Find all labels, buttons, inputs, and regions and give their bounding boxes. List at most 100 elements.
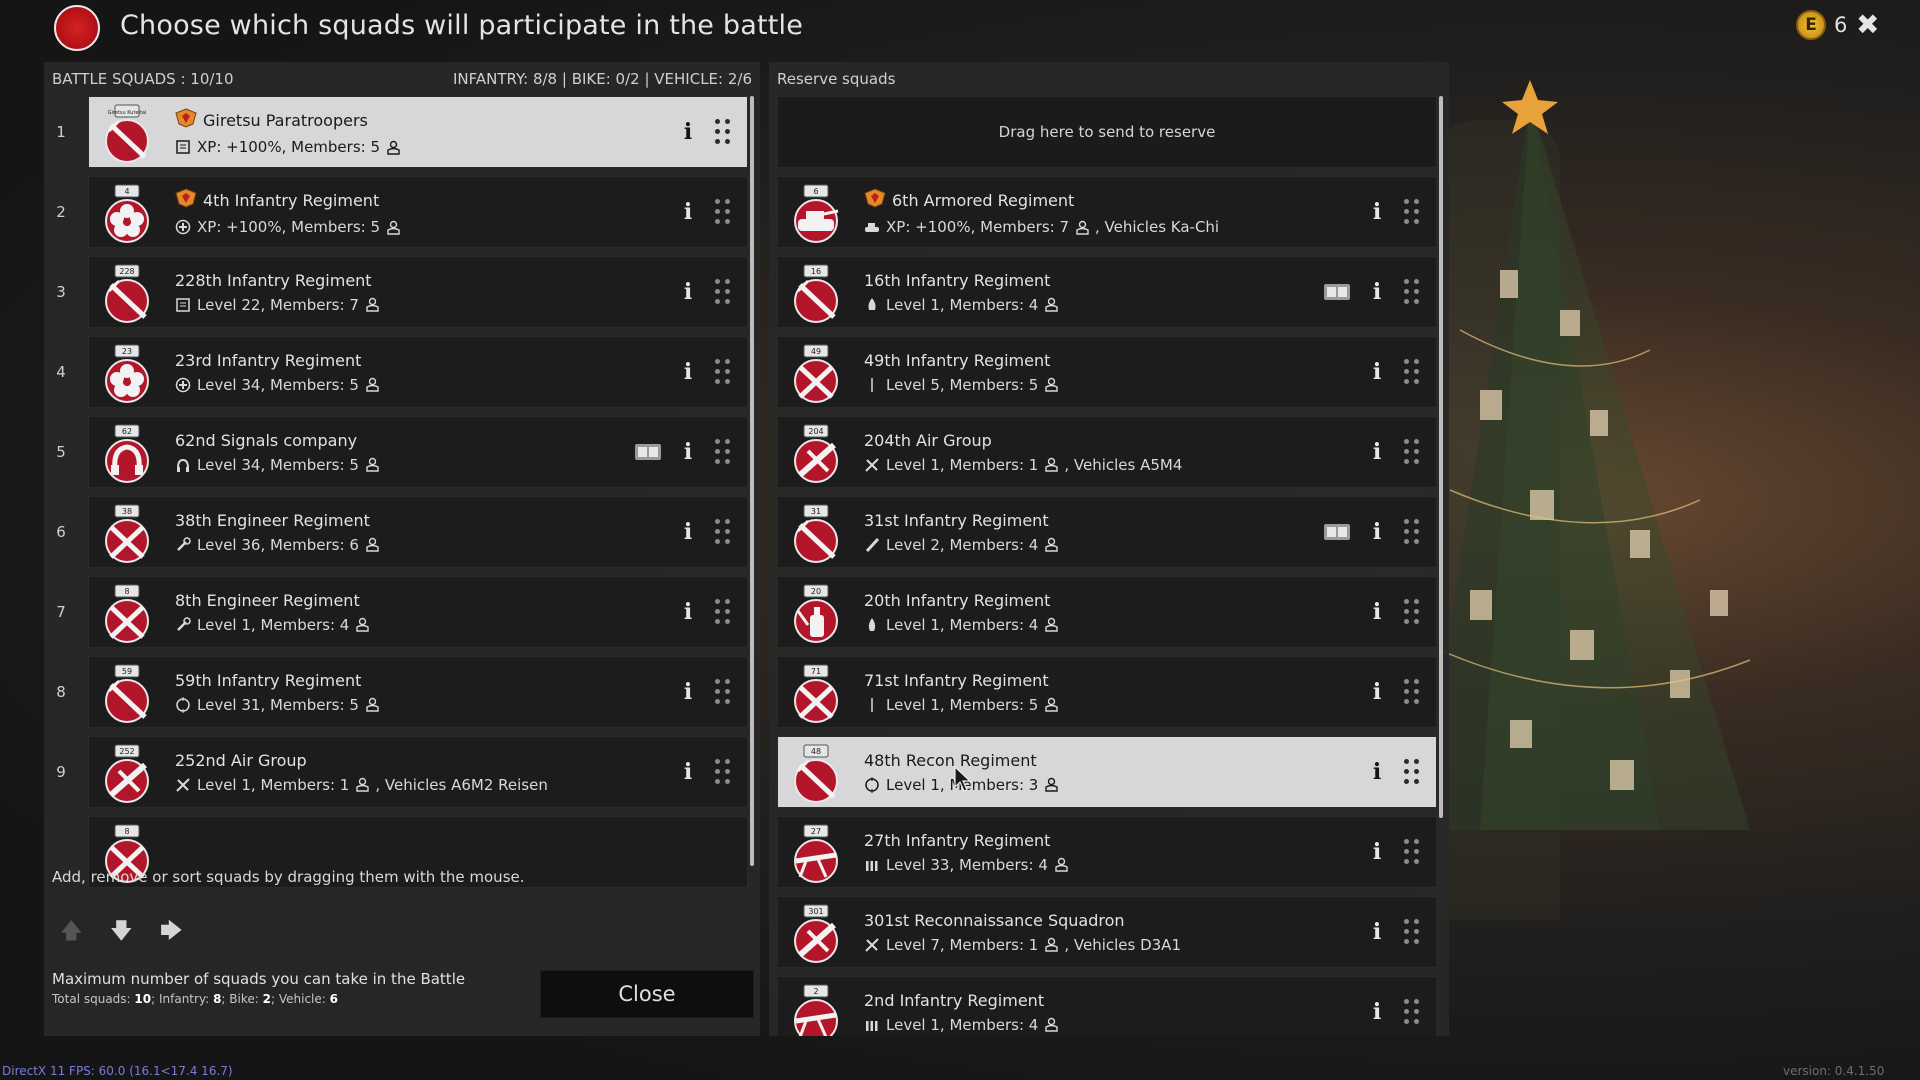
- squad-info: Level 1, Members: 1, Vehicles A5M4: [864, 456, 1182, 474]
- squad-card[interactable]: 27 27th Infantry Regiment Level 33, Member…: [777, 816, 1437, 888]
- squad-actions: i: [681, 657, 731, 727]
- info-icon[interactable]: i: [681, 439, 695, 465]
- drag-handle-icon[interactable]: [1404, 679, 1420, 705]
- info-icon[interactable]: i: [1370, 759, 1384, 785]
- drag-handle-icon[interactable]: [1404, 599, 1420, 625]
- emblem-number: 252: [119, 747, 134, 756]
- squad-card[interactable]: 20 20th Infantry Regiment Level 1, Members…: [777, 576, 1437, 648]
- info-icon[interactable]: i: [681, 359, 695, 385]
- drag-handle-icon[interactable]: [1404, 359, 1420, 385]
- drag-handle-icon[interactable]: [715, 439, 731, 465]
- info-icon[interactable]: i: [681, 199, 695, 225]
- drag-handle-icon[interactable]: [715, 759, 731, 785]
- squad-card[interactable]: Giretsu Kuteitai Giretsu Paratroopers XP: …: [88, 96, 748, 168]
- info-icon[interactable]: i: [1370, 839, 1384, 865]
- squad-card[interactable]: 204 204th Air Group Level 1, Members: 1, V…: [777, 416, 1437, 488]
- move-to-reserve-icon[interactable]: 🡆: [160, 914, 183, 952]
- drag-handle-icon[interactable]: [715, 679, 731, 705]
- move-down-icon[interactable]: 🡇: [110, 914, 133, 952]
- squad-card[interactable]: 71 71st Infantry Regiment Level 1, Members…: [777, 656, 1437, 728]
- info-icon[interactable]: i: [681, 759, 695, 785]
- drag-handle-icon[interactable]: [1404, 519, 1420, 545]
- squad-name: 62nd Signals company: [175, 430, 358, 450]
- squad-card[interactable]: 6 6th Armored Regiment XP: +100%, Members:…: [777, 176, 1437, 248]
- currency-value: 6: [1834, 13, 1848, 37]
- squad-details: 204th Air Group Level 1, Members: 1, Vehi…: [864, 431, 1182, 474]
- squad-card[interactable]: 2 2nd Infantry Regiment Level 1, Members: …: [777, 976, 1437, 1036]
- info-icon[interactable]: i: [1370, 199, 1384, 225]
- squad-card[interactable]: 48 48th Recon Regiment Level 1, Members: 3…: [777, 736, 1437, 808]
- squad-card[interactable]: 301 301st Reconnaissance Squadron Level 7,…: [777, 896, 1437, 968]
- elite-crest-icon: [175, 188, 197, 212]
- squad-card[interactable]: 23 23rd Infantry Regiment Level 34, Member…: [88, 336, 748, 408]
- squad-vehicles: , Vehicles A5M4: [1064, 455, 1183, 474]
- drag-handle-icon[interactable]: [1404, 839, 1420, 865]
- mouse-cursor-icon: [954, 766, 972, 792]
- squad-card[interactable]: 59 59th Infantry Regiment Level 31, Member…: [88, 656, 748, 728]
- squad-details: 16th Infantry Regiment Level 1, Members: …: [864, 271, 1059, 314]
- members-icon: [386, 220, 400, 235]
- squad-info: Level 22, Members: 7: [175, 296, 379, 314]
- members-icon: [1044, 297, 1059, 312]
- battle-list-scrollbar[interactable]: [750, 96, 754, 866]
- squad-details: 27th Infantry Regiment Level 33, Members:…: [864, 831, 1068, 874]
- info-icon[interactable]: i: [1370, 439, 1384, 465]
- reserve-list-scrollbar[interactable]: [1439, 96, 1443, 818]
- squad-card[interactable]: 31 31st Infantry Regiment Level 2, Members…: [777, 496, 1437, 568]
- info-icon[interactable]: i: [1370, 679, 1384, 705]
- squad-name: 31st Infantry Regiment: [864, 510, 1049, 530]
- reserve-drop-zone[interactable]: Drag here to send to reserve: [777, 96, 1437, 168]
- drag-handle-icon[interactable]: [715, 519, 731, 545]
- close-button[interactable]: Close: [540, 970, 754, 1018]
- battle-squads-panel: BATTLE SQUADS : 10/10 INFANTRY: 8/8 | BI…: [44, 62, 760, 1036]
- drag-handle-icon[interactable]: [1404, 199, 1420, 225]
- squad-name: 252nd Air Group: [175, 750, 307, 770]
- drag-handle-icon[interactable]: [1404, 999, 1420, 1025]
- squad-name: 4th Infantry Regiment: [175, 188, 400, 212]
- drag-handle-icon[interactable]: [715, 599, 731, 625]
- close-icon[interactable]: ✖: [1856, 8, 1879, 41]
- info-icon[interactable]: i: [1370, 919, 1384, 945]
- squad-details: 6th Armored Regiment XP: +100%, Members: …: [864, 188, 1219, 236]
- squad-info: XP: +100%, Members: 7, Vehicles Ka-Chi: [864, 218, 1219, 236]
- info-icon[interactable]: i: [1370, 279, 1384, 305]
- info-icon[interactable]: i: [681, 679, 695, 705]
- squad-card[interactable]: 49 49th Infantry Regiment Level 5, Members…: [777, 336, 1437, 408]
- radio-class-icon: [175, 297, 191, 313]
- info-icon[interactable]: i: [1370, 519, 1384, 545]
- upgrade-book-icon[interactable]: [1324, 524, 1350, 540]
- squad-details: 20th Infantry Regiment Level 1, Members: …: [864, 591, 1059, 634]
- squad-card[interactable]: 38 38th Engineer Regiment Level 36, Member…: [88, 496, 748, 568]
- squad-card[interactable]: 62 62nd Signals company Level 34, Members:…: [88, 416, 748, 488]
- info-icon[interactable]: i: [1370, 599, 1384, 625]
- squad-card[interactable]: 252 252nd Air Group Level 1, Members: 1, V…: [88, 736, 748, 808]
- squad-card[interactable]: 16 16th Infantry Regiment Level 1, Members…: [777, 256, 1437, 328]
- upgrade-book-icon[interactable]: [635, 444, 661, 460]
- members-icon: [1044, 937, 1059, 952]
- drag-handle-icon[interactable]: [715, 279, 731, 305]
- squad-actions: i: [1324, 497, 1420, 567]
- drag-handle-icon[interactable]: [715, 119, 731, 145]
- squad-name: 71st Infantry Regiment: [864, 670, 1049, 690]
- squad-emblem-icon: 48: [788, 741, 844, 803]
- info-icon[interactable]: i: [681, 279, 695, 305]
- squad-card[interactable]: 228 228th Infantry Regiment Level 22, Memb…: [88, 256, 748, 328]
- drag-handle-icon[interactable]: [715, 359, 731, 385]
- info-icon[interactable]: i: [681, 599, 695, 625]
- squad-card[interactable]: 4 4th Infantry Regiment XP: +100%, Members…: [88, 176, 748, 248]
- squad-details: 31st Infantry Regiment Level 2, Members: …: [864, 510, 1059, 554]
- drag-handle-icon[interactable]: [1404, 279, 1420, 305]
- drag-handle-icon[interactable]: [1404, 759, 1420, 785]
- info-icon[interactable]: i: [1370, 359, 1384, 385]
- drag-handle-icon[interactable]: [715, 199, 731, 225]
- info-icon[interactable]: i: [1370, 999, 1384, 1025]
- drag-handle-icon[interactable]: [1404, 919, 1420, 945]
- squad-card[interactable]: 8 8th Engineer Regiment Level 1, Members: …: [88, 576, 748, 648]
- info-icon[interactable]: i: [681, 519, 695, 545]
- info-icon[interactable]: i: [681, 119, 695, 145]
- squad-emblem-icon: 31: [788, 501, 844, 563]
- drag-handle-icon[interactable]: [1404, 439, 1420, 465]
- upgrade-book-icon[interactable]: [1324, 284, 1350, 300]
- move-up-icon[interactable]: 🡅: [60, 914, 83, 952]
- scope-class-icon: [175, 696, 191, 713]
